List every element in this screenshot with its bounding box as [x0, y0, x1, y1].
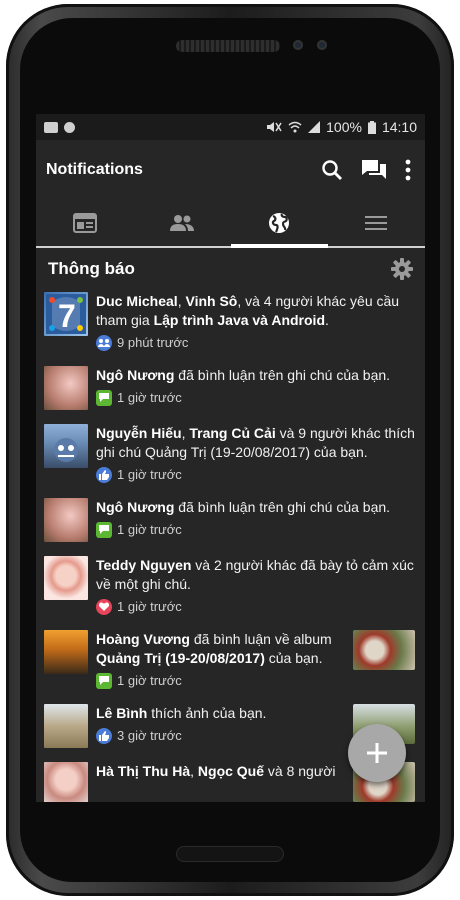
compose-fab-button[interactable] [348, 724, 406, 782]
notifications-header: Thông báo [36, 248, 425, 290]
messenger-notification-icon [64, 121, 75, 133]
globe-icon [269, 213, 290, 233]
svg-text:7: 7 [58, 298, 76, 334]
plus-icon [367, 743, 387, 763]
tab-menu[interactable] [328, 200, 425, 246]
comment-icon [96, 389, 112, 406]
notification-text: Teddy Nguyen và 2 người khác đã bày tỏ c… [96, 557, 414, 592]
photo-thumbnail [353, 630, 415, 670]
like-icon [96, 727, 112, 744]
settings-gear-icon[interactable] [391, 258, 413, 280]
search-icon[interactable] [321, 159, 343, 181]
notification-text: Ngô Nương đã bình luận trên ghi chú của … [96, 367, 391, 383]
clock: 14:10 [381, 119, 417, 135]
notification-text: Nguyễn Hiếu, Trang Củ Cải và 9 người khá… [96, 425, 415, 460]
list-item[interactable]: Teddy Nguyen và 2 người khác đã bày tỏ c… [36, 550, 425, 624]
page-title: Notifications [46, 161, 143, 178]
phone-speaker [176, 40, 280, 52]
avatar [44, 366, 88, 410]
avatar [44, 704, 88, 748]
timestamp: 1 giờ trước [117, 522, 182, 537]
timestamp: 1 giờ trước [117, 673, 182, 688]
tab-news-feed[interactable] [36, 200, 133, 246]
comment-icon [96, 521, 112, 538]
notification-text: Hà Thị Thu Hà, Ngọc Quế và 8 người [96, 763, 336, 779]
section-title: Thông báo [48, 259, 135, 278]
timestamp: 1 giờ trước [117, 390, 182, 405]
light-sensor [317, 40, 327, 50]
avatar [44, 630, 88, 674]
signal-icon [308, 121, 321, 133]
app-screen: 100% 14:10 Notifications Thông báo 7 Duc… [36, 114, 425, 802]
group-avatar: 7 [44, 292, 88, 336]
timestamp: 1 giờ trước [117, 467, 182, 482]
love-icon [96, 598, 112, 615]
list-item[interactable]: Nguyễn Hiếu, Trang Củ Cải và 9 người khá… [36, 418, 425, 492]
notification-text: Hoàng Vương đã bình luận về album Quảng … [96, 631, 332, 666]
avatar [44, 762, 88, 802]
list-item[interactable]: Ngô Nương đã bình luận trên ghi chú của … [36, 492, 425, 550]
avatar [44, 424, 88, 468]
mute-icon [267, 122, 282, 132]
tab-friends[interactable] [133, 200, 230, 246]
battery-icon [367, 120, 376, 134]
messenger-icon[interactable] [361, 158, 387, 182]
status-bar: 100% 14:10 [36, 114, 425, 140]
list-item[interactable]: 7 Duc Micheal, Vinh Sô, và 4 người khác … [36, 290, 425, 360]
friends-icon [169, 215, 194, 231]
wifi-icon [288, 121, 302, 133]
list-item[interactable]: Hoàng Vương đã bình luận về album Quảng … [36, 624, 425, 698]
timestamp: 9 phút trước [117, 335, 189, 350]
menu-icon [365, 216, 388, 230]
notification-text: Lê Bình thích ảnh của bạn. [96, 705, 267, 721]
app-bar: Notifications [36, 140, 425, 200]
news-feed-icon [72, 213, 97, 233]
list-item[interactable]: Ngô Nương đã bình luận trên ghi chú của … [36, 360, 425, 418]
timestamp: 3 giờ trước [117, 728, 182, 743]
more-options-icon[interactable] [405, 159, 411, 181]
battery-percent: 100% [326, 119, 362, 135]
avatar [44, 498, 88, 542]
comment-icon [96, 672, 112, 689]
group-icon [96, 334, 112, 351]
home-button[interactable] [176, 846, 284, 862]
tab-bar [36, 200, 425, 248]
tab-notifications[interactable] [230, 200, 328, 248]
notification-text: Ngô Nương đã bình luận trên ghi chú của … [96, 499, 391, 515]
like-icon [96, 466, 112, 483]
avatar [44, 556, 88, 600]
notification-text: Duc Micheal, Vinh Sô, và 4 người khác yê… [96, 293, 400, 328]
timestamp: 1 giờ trước [117, 599, 182, 614]
youtube-notification-icon [44, 121, 58, 133]
front-camera [293, 40, 303, 50]
